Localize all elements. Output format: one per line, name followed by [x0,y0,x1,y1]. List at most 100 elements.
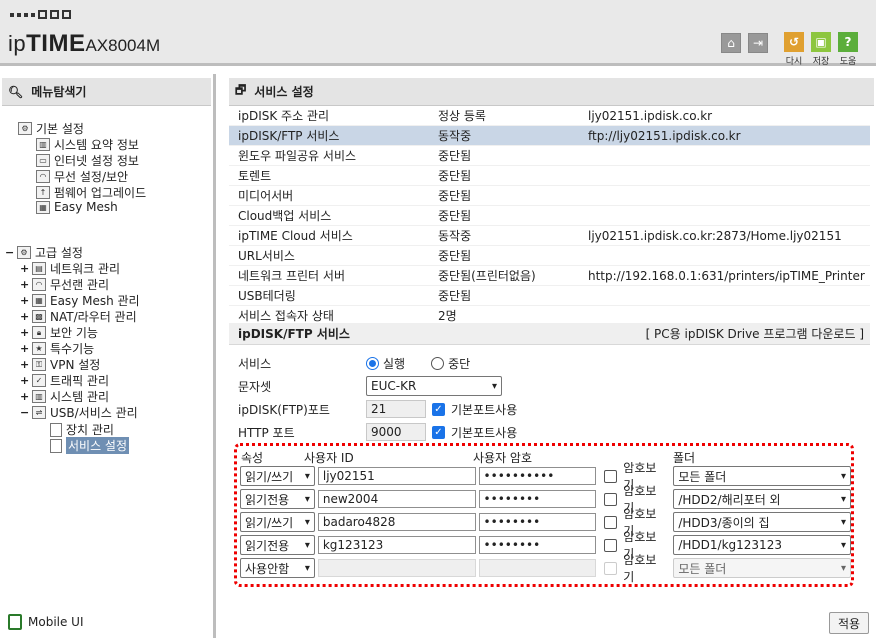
attr-select[interactable]: 읽기/쓰기 ▾ [240,512,315,532]
table-row[interactable]: 네트워크 프린터 서버 중단됨(프린터없음) http://192.168.0.1:… [229,266,870,286]
sidebar-item-easy-mesh-manage[interactable]: + ▦ Easy Mesh 관리 [20,292,140,309]
sidebar-item-security[interactable]: + 🔒︎ 보안 기능 [20,324,98,341]
user-id-input[interactable]: kg123123 [317,536,476,554]
folder-icon: ⚙ [18,122,32,135]
table-row: 읽기/쓰기 ▾ badaro4828 •••••••• 암호보기 /HDD3/종이… [240,507,851,538]
show-password-checkbox[interactable] [604,492,618,506]
user-id-input[interactable]: badaro4828 [317,513,476,531]
folder-select[interactable]: 모든 폴더 ▾ [673,466,851,486]
mobile-ui-link[interactable]: Mobile UI [8,614,84,630]
expand-icon: + [20,294,30,307]
home-icon[interactable]: ⌂ [721,33,741,53]
table-row: 읽기전용 ▾ new2004 •••••••• 암호보기 /HDD2/해리포터 외… [240,484,851,515]
user-id-input[interactable]: new2004 [317,490,476,508]
logout-icon[interactable]: ⇥ [748,33,768,53]
http-port-input[interactable]: 9000 [366,423,426,441]
logo-mark [10,10,71,19]
expand-icon: + [20,374,30,387]
usb-icon: ⇌ [32,406,46,419]
folder-select[interactable]: /HDD3/종이의 집 ▾ [673,512,851,532]
password-input[interactable]: •••••••••• [478,467,597,485]
page-icon [50,438,62,453]
sidebar-item-special[interactable]: + ★ 특수기능 [20,340,94,357]
help-icon: ? [838,32,858,52]
sidebar-header: 🔍︎ 메뉴탐색기 [2,78,211,106]
table-row[interactable]: Cloud백업 서비스 중단됨 [229,206,870,226]
sidebar-item-easy-mesh[interactable]: ▦ Easy Mesh [36,200,118,214]
folder-select[interactable]: /HDD2/해리포터 외 ▾ [673,489,851,509]
http-default-port-checkbox[interactable]: ✓ [432,425,445,439]
vpn-icon: ⚿ [32,358,46,371]
page-icon [50,422,62,437]
tree-basic-settings[interactable]: ⚙ 기본 설정 [18,120,84,137]
table-row[interactable]: ipTIME Cloud 서비스 동작중 ljy02151.ipdisk.co.kr… [229,226,870,246]
sidebar: 🔍︎ 메뉴탐색기 ⚙ 기본 설정 ▥ 시스템 요약 정보 ▭ 인터넷 설정 정보 ◠ 무… [0,74,216,638]
user-id-input[interactable]: ljy02151 [317,467,476,485]
wifi-icon: ◠ [36,170,50,183]
sidebar-item-network[interactable]: + ▤ 네트워크 관리 [20,260,120,277]
sidebar-item-service-settings[interactable]: 서비스 설정 [50,437,130,454]
show-password-checkbox[interactable] [604,469,618,483]
attr-select[interactable]: 읽기/쓰기 ▾ [240,466,315,486]
table-row[interactable]: 윈도우 파일공유 서비스 중단됨 [229,146,870,166]
expand-icon: + [20,278,30,291]
sidebar-item-device[interactable]: 장치 관리 [50,421,114,438]
password-input[interactable]: •••••••• [478,513,597,531]
table-row[interactable]: USB테더링 중단됨 [229,286,870,306]
sidebar-item-nat-router[interactable]: + ▩ NAT/라우터 관리 [20,308,137,325]
chevron-down-icon: ▾ [840,470,846,482]
refresh-button[interactable]: ↺ 다시 [783,32,805,67]
sidebar-item-usb-service[interactable]: − ⇌ USB/서비스 관리 [20,404,138,421]
sidebar-item-wireless-lan[interactable]: + ◠ 무선랜 관리 [20,276,109,293]
service-status-table: ipDISK 주소 관리 정상 등록 ljy02151.ipdisk.co.kr i… [229,106,870,326]
help-button[interactable]: ? 도움 [837,32,859,67]
show-password-checkbox [604,561,618,575]
show-password-checkbox[interactable] [604,538,618,552]
charset-row: 문자셋 EUC-KR ▾ [238,376,502,396]
chevron-down-icon: ▾ [304,562,310,574]
sidebar-item-system-summary[interactable]: ▥ 시스템 요약 정보 [36,136,139,153]
charset-select[interactable]: EUC-KR ▾ [366,376,502,396]
show-password-checkbox[interactable] [604,515,618,529]
star-icon: ★ [32,342,46,355]
chevron-down-icon: ▾ [840,516,846,528]
expand-icon: + [20,310,30,323]
sidebar-item-vpn[interactable]: + ⚿ VPN 설정 [20,356,100,373]
mobile-icon [8,614,22,630]
table-row[interactable]: ipDISK 주소 관리 정상 등록 ljy02151.ipdisk.co.kr [229,106,870,126]
ftp-port-row: ipDISK(FTP)포트 21 ✓ 기본포트사용 [238,400,518,418]
save-button[interactable]: ▣ 저장 [810,32,832,67]
attr-select[interactable]: 사용안함 ▾ [240,558,315,578]
table-row[interactable]: URL서비스 중단됨 [229,246,870,266]
chart-icon: ▥ [32,390,46,403]
apply-button[interactable]: 적용 [829,612,869,634]
chart-icon: ▥ [36,138,50,151]
sidebar-item-traffic[interactable]: + ✓ 트래픽 관리 [20,372,109,389]
table-row[interactable]: 미디어서버 중단됨 [229,186,870,206]
chevron-down-icon: ▾ [304,493,310,505]
service-run-radio[interactable] [366,357,379,370]
password-input[interactable]: •••••••• [478,490,597,508]
tree-advanced-settings[interactable]: − ⚙ 고급 설정 [5,244,83,261]
refresh-icon: ↺ [784,32,804,52]
sidebar-item-firmware[interactable]: ↑ 펌웨어 업그레이드 [36,184,146,201]
table-row[interactable]: 토렌트 중단됨 [229,166,870,186]
sidebar-item-internet-info[interactable]: ▭ 인터넷 설정 정보 [36,152,139,169]
password-input[interactable]: •••••••• [478,536,597,554]
section-header: ipDISK/FTP 서비스 [ PC용 ipDISK Drive 프로그램 다… [229,323,870,345]
sidebar-item-wireless-security[interactable]: ◠ 무선 설정/보안 [36,168,128,185]
search-icon: 🔍︎ [8,84,24,99]
ipdisk-drive-download-link[interactable]: [ PC용 ipDISK Drive 프로그램 다운로드 ] [646,325,864,342]
folder-select[interactable]: /HDD1/kg123123 ▾ [673,535,851,555]
monitor-icon: ▭ [36,154,50,167]
ftp-port-input[interactable]: 21 [366,400,426,418]
sidebar-item-system[interactable]: + ▥ 시스템 관리 [20,388,109,405]
ftp-default-port-checkbox[interactable]: ✓ [432,402,445,416]
window-icon: 🗗︎ [235,83,247,97]
expand-icon: + [20,390,30,403]
table-row[interactable]: ipDISK/FTP 서비스 동작중 ftp://ljy02151.ipdisk.c… [229,126,870,146]
service-stop-radio[interactable] [431,357,445,370]
attr-select[interactable]: 읽기전용 ▾ [240,489,315,509]
chevron-down-icon: ▾ [304,470,310,482]
attr-select[interactable]: 읽기전용 ▾ [240,535,315,555]
